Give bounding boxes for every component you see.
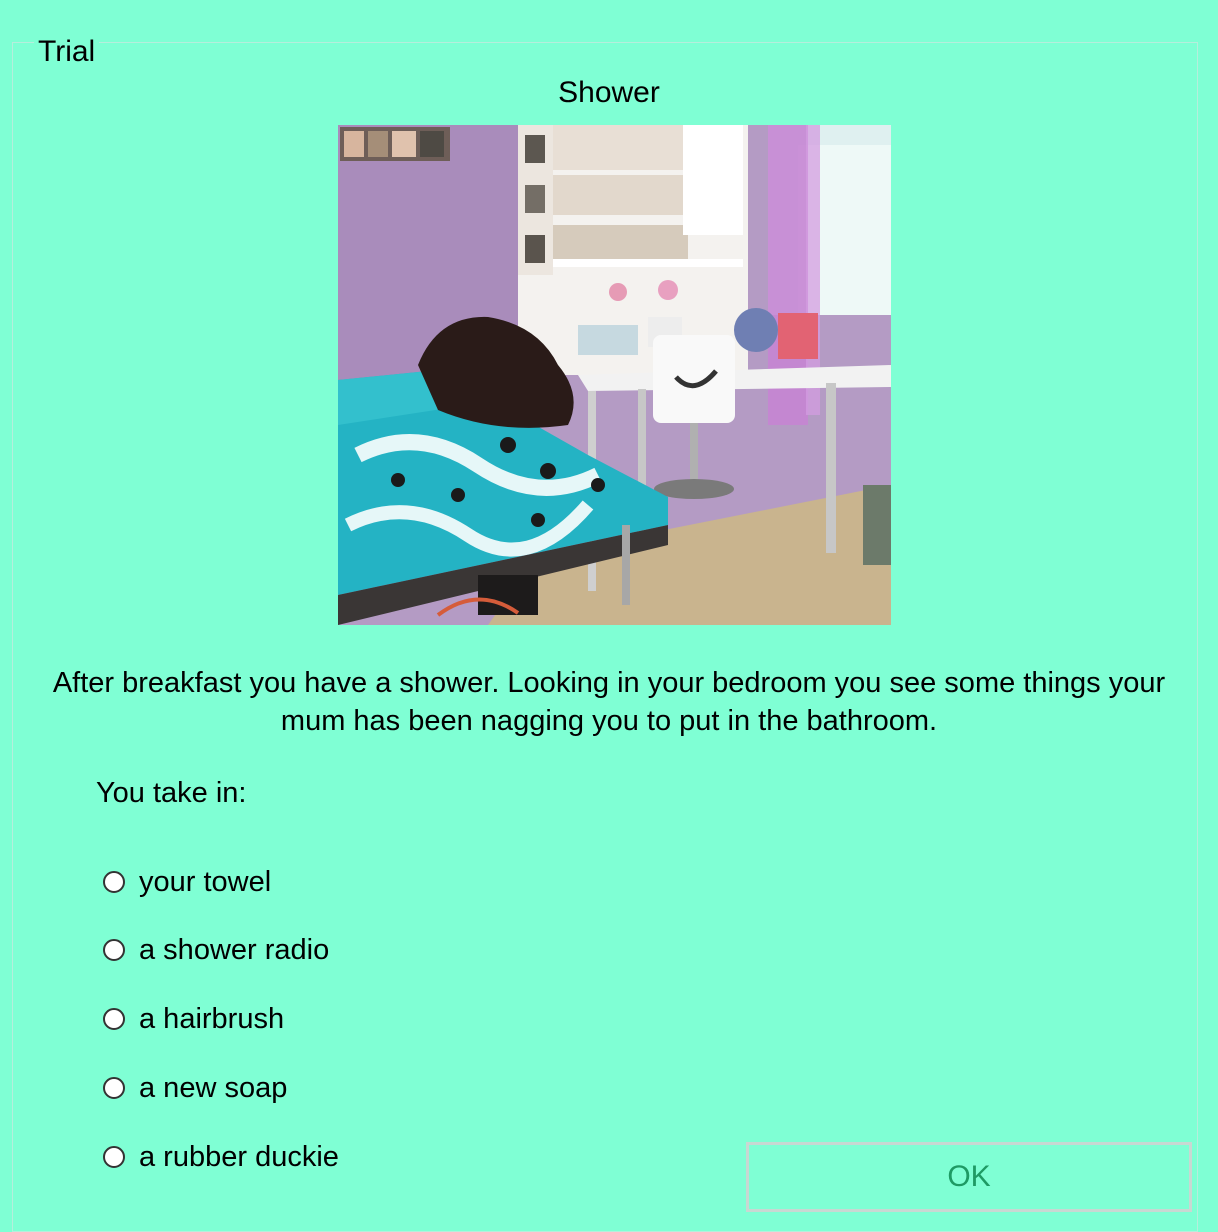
option-label: a new soap [139, 1072, 288, 1104]
option-label: your towel [139, 866, 272, 898]
instructions-text: After breakfast you have a shower. Looki… [52, 667, 1166, 737]
option-hairbrush[interactable]: a hairbrush [103, 999, 284, 1039]
question-prompt: You take in: [96, 777, 247, 809]
radio-button[interactable] [103, 871, 125, 893]
groupbox-title: Trial [34, 34, 100, 70]
ok-button[interactable]: OK [746, 1142, 1192, 1212]
option-label: a hairbrush [139, 1003, 285, 1035]
bedroom-photo [338, 125, 891, 625]
scene-title: Shower [558, 76, 660, 109]
radio-button[interactable] [103, 1077, 125, 1099]
option-shower-radio[interactable]: a shower radio [103, 930, 329, 970]
option-your-towel[interactable]: your towel [103, 862, 271, 902]
option-label: a shower radio [139, 934, 330, 966]
radio-button[interactable] [103, 1008, 125, 1030]
radio-button[interactable] [103, 1146, 125, 1168]
option-new-soap[interactable]: a new soap [103, 1068, 287, 1108]
radio-button[interactable] [103, 939, 125, 961]
option-rubber-duckie[interactable]: a rubber duckie [103, 1137, 339, 1177]
option-label: a rubber duckie [139, 1141, 339, 1173]
